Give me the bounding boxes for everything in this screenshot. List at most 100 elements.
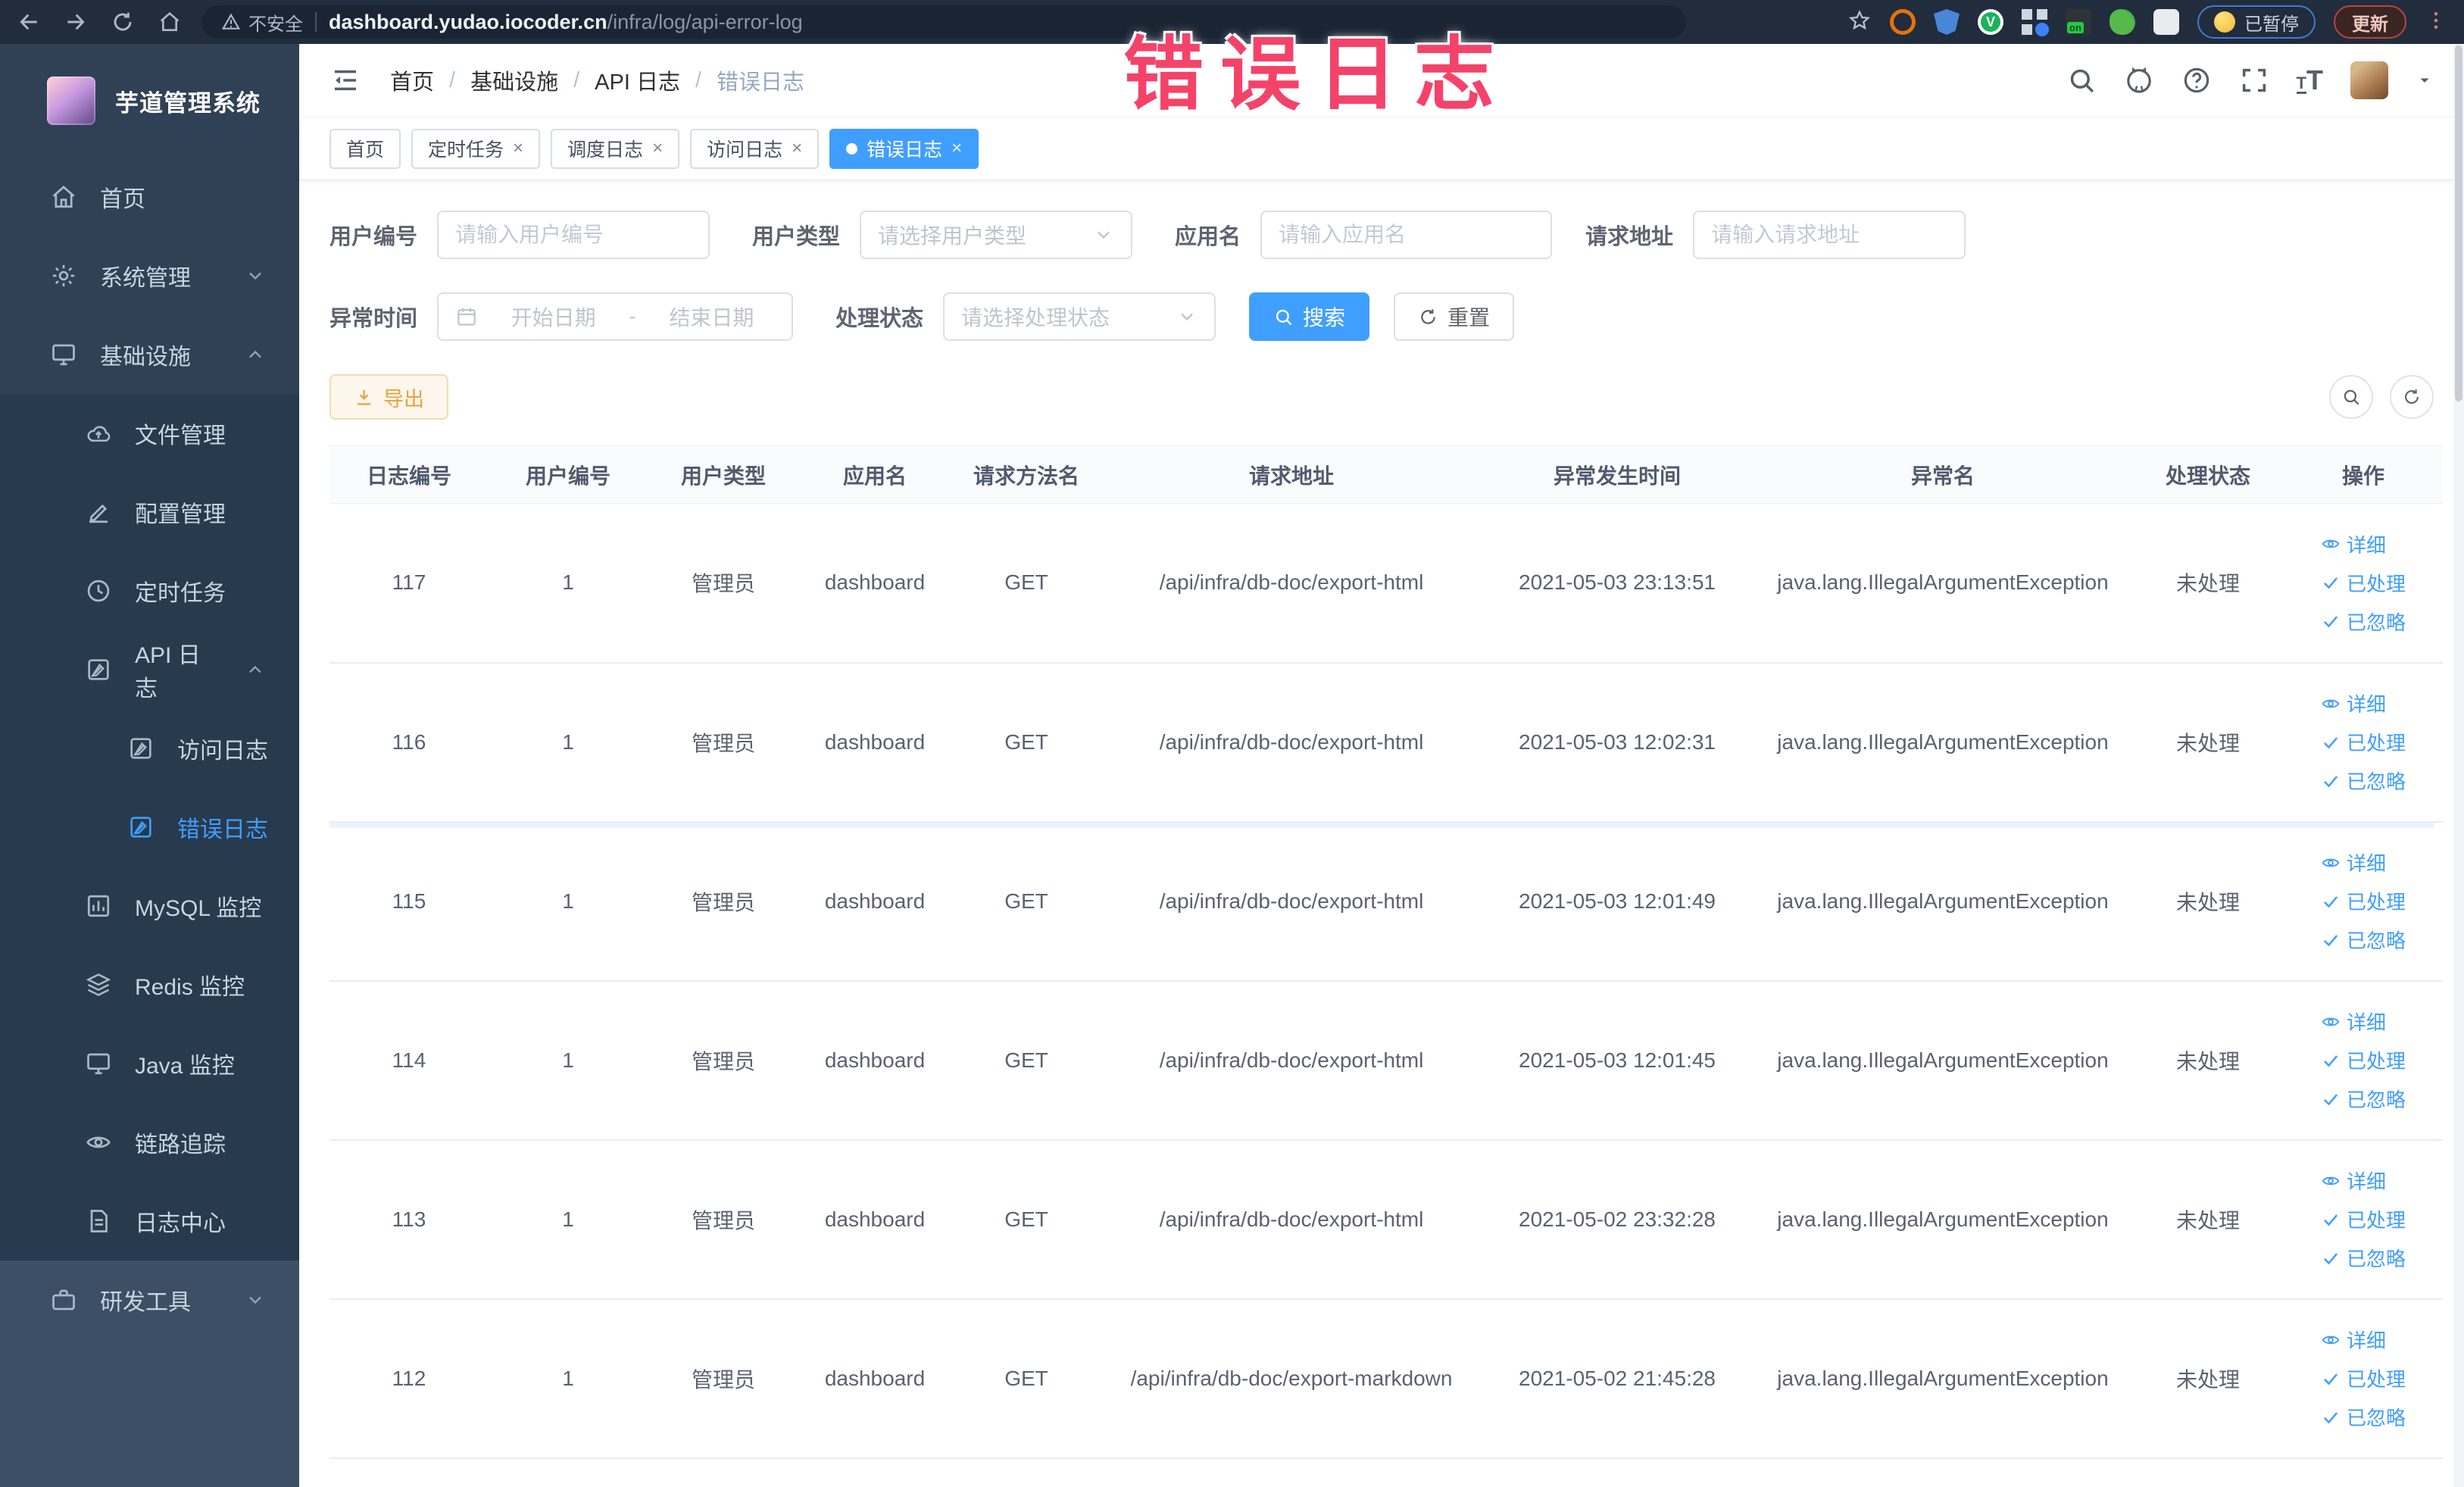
extension-icon-2[interactable] [1934,9,1960,35]
processed-link[interactable]: 已处理 [2321,728,2406,756]
close-icon[interactable]: × [792,138,802,159]
detail-link[interactable]: 详细 [2321,1167,2386,1195]
help-icon[interactable] [2181,65,2212,95]
processed-link[interactable]: 已处理 [2321,1046,2406,1074]
tab-home[interactable]: 首页 [329,128,401,169]
detail-link[interactable]: 详细 [2321,1007,2386,1036]
col-process-status: 处理状态 [2132,445,2284,504]
check-icon [2321,1407,2341,1427]
search-button[interactable]: 搜索 [1249,292,1370,341]
app-name-input[interactable] [1260,211,1553,259]
sidebar-item-job[interactable]: 定时任务 [0,551,299,630]
annotation-overlay-title: 错误日志 [1123,30,1511,120]
ignored-link[interactable]: 已忽略 [2321,1244,2406,1272]
sidebar-item-mysql[interactable]: MySQL 监控 [0,867,299,945]
avatar[interactable] [2350,61,2388,99]
user-type-select[interactable]: 请选择用户类型 [860,211,1133,259]
sidebar-item-trace[interactable]: 链路追踪 [0,1103,299,1182]
detail-link[interactable]: 详细 [2321,530,2386,558]
browser-update-button[interactable]: 更新 [2334,5,2406,39]
app-logo[interactable]: 芋道管理系统 [0,44,299,158]
fullscreen-icon[interactable] [2239,65,2269,95]
col-request-url: 请求地址 [1102,445,1481,504]
edit-icon [85,498,112,526]
caret-down-icon[interactable] [2416,71,2434,89]
sidebar-item-access-log[interactable]: 访问日志 [0,709,299,788]
breadcrumb: 首页 / 基础设施 / API 日志 / 错误日志 [390,64,804,96]
scrollbar[interactable] [2453,44,2464,1487]
bookmark-star-icon[interactable] [1847,8,1872,36]
gear-icon [50,262,77,289]
extension-icon-5[interactable]: on [2066,9,2091,35]
process-status-select[interactable]: 请选择处理状态 [943,292,1216,341]
ignored-link[interactable]: 已忽略 [2321,926,2406,954]
browser-back-icon[interactable] [17,10,41,34]
reset-button[interactable]: 重置 [1394,292,1515,341]
ignored-link[interactable]: 已忽略 [2321,1085,2406,1113]
ignored-link[interactable]: 已忽略 [2321,608,2406,636]
close-icon[interactable]: × [513,138,523,159]
table-row: 115 1 管理员 dashboard GET/api/infra/db-doc/exp… [329,821,2443,982]
processed-link[interactable]: 已处理 [2321,887,2406,915]
export-button[interactable]: 导出 [329,374,448,420]
extensions-puzzle-icon[interactable] [2153,9,2179,35]
calendar-icon [455,305,478,328]
toggle-search-button[interactable] [2329,375,2373,419]
breadcrumb-home[interactable]: 首页 [390,64,434,96]
browser-menu-icon[interactable] [2425,9,2447,36]
sidebar-item-home[interactable]: 首页 [0,158,299,236]
processed-link[interactable]: 已处理 [2321,1205,2406,1233]
sidebar-item-java[interactable]: Java 监控 [0,1024,299,1103]
browser-home-icon[interactable] [158,10,182,34]
refresh-icon [1418,307,1438,327]
sidebar-item-api-log[interactable]: API 日志 [0,630,299,709]
browser-reload-icon[interactable] [111,10,135,34]
scrollbar-thumb[interactable] [2455,45,2462,401]
font-size-icon[interactable]: TT [2296,67,2323,94]
detail-link[interactable]: 详细 [2321,1326,2386,1354]
processed-link[interactable]: 已处理 [2321,1364,2406,1392]
ignored-link[interactable]: 已忽略 [2321,1403,2406,1431]
sidebar-item-log-center[interactable]: 日志中心 [0,1182,299,1261]
sidebar-item-system[interactable]: 系统管理 [0,236,299,315]
check-icon [2321,1248,2341,1268]
github-icon[interactable] [2124,65,2154,95]
extension-icon-4[interactable] [2022,9,2049,36]
breadcrumb-infra[interactable]: 基础设施 [470,64,558,96]
col-user-type: 用户类型 [648,445,799,504]
tab-job[interactable]: 定时任务 × [411,128,541,169]
breadcrumb-api-log[interactable]: API 日志 [595,64,680,96]
tab-access-log[interactable]: 访问日志 × [690,128,820,169]
request-url-input[interactable] [1693,211,1966,259]
search-icon[interactable] [2066,65,2097,95]
col-exception-time: 异常发生时间 [1481,445,1754,504]
sidebar-item-infra[interactable]: 基础设施 [0,315,299,394]
extension-icon-6[interactable] [2110,9,2135,35]
sidebar-item-file[interactable]: 文件管理 [0,394,299,473]
paused-badge[interactable]: 已暂停 [2197,5,2316,39]
tab-job-log[interactable]: 调度日志 × [551,128,680,169]
sidebar-item-config[interactable]: 配置管理 [0,473,299,551]
sidebar-item-error-log[interactable]: 错误日志 [0,788,299,867]
check-icon [2321,611,2341,631]
detail-link[interactable]: 详细 [2321,689,2386,717]
detail-link[interactable]: 详细 [2321,848,2386,876]
exception-time-range[interactable]: 开始日期 - 结束日期 [437,292,794,341]
status-badge: 未处理 [2132,1139,2284,1300]
processed-link[interactable]: 已处理 [2321,569,2406,597]
user-id-input[interactable] [437,211,710,259]
close-icon[interactable]: × [652,138,663,159]
sidebar-item-devtools[interactable]: 研发工具 [0,1261,299,1339]
status-badge: 未处理 [2132,821,2284,982]
sidebar-fold-icon[interactable] [329,64,361,96]
error-log-table: 日志编号 用户编号 用户类型 应用名 请求方法名 请求地址 异常发生时间 异常名… [329,445,2443,1459]
browser-forward-icon[interactable] [64,10,88,34]
table-row: 113 1 管理员 dashboard GET/api/infra/db-doc/exp… [329,1139,2443,1300]
sidebar-item-redis[interactable]: Redis 监控 [0,945,299,1024]
refresh-button[interactable] [2390,375,2434,419]
ignored-link[interactable]: 已忽略 [2321,767,2406,795]
close-icon[interactable]: × [951,138,962,159]
tab-error-log[interactable]: 错误日志 × [829,128,979,169]
extension-icon-3[interactable]: V [1978,9,2003,35]
extension-icon-1[interactable] [1890,9,1916,35]
